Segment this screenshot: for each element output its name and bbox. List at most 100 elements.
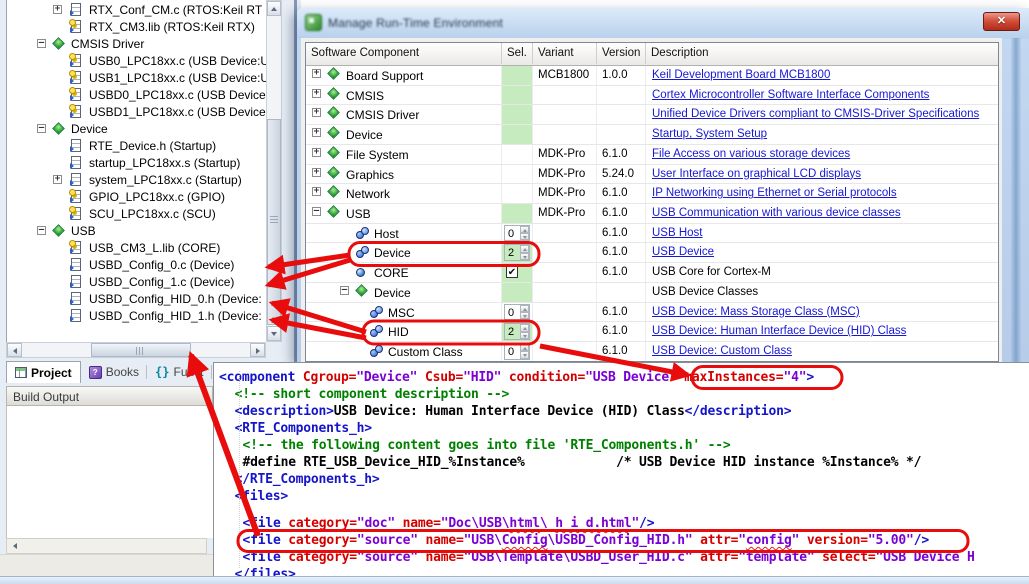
- spinner-up-icon[interactable]: [520, 324, 529, 331]
- component-row[interactable]: +Board SupportMCB18001.0.0Keil Developme…: [306, 66, 998, 86]
- description-link[interactable]: USB Device: Mass Storage Class (MSC): [652, 306, 860, 318]
- xml-code-panel[interactable]: <component Cgroup="Device" Csub="HID" co…: [213, 362, 1029, 576]
- tab-funct[interactable]: {}Funct: [147, 361, 211, 383]
- spinner-up-icon[interactable]: [520, 226, 529, 233]
- component-row[interactable]: +File SystemMDK-Pro6.1.0File Access on v…: [306, 145, 998, 165]
- tree-item[interactable]: –Device: [7, 121, 266, 138]
- instance-spinner[interactable]: 2: [504, 323, 530, 340]
- scroll-up-icon[interactable]: [267, 1, 281, 16]
- description-link[interactable]: Unified Device Drivers compliant to CMSI…: [652, 108, 979, 120]
- tree-item[interactable]: USBD0_LPC18xx.c (USB Device:: [7, 87, 266, 104]
- tab-project[interactable]: Project: [6, 361, 81, 383]
- tree-item[interactable]: USBD1_LPC18xx.c (USB Device:: [7, 104, 266, 121]
- column-header-version[interactable]: Version: [597, 43, 646, 64]
- instance-spinner[interactable]: 0: [504, 225, 530, 242]
- collapse-minus-icon[interactable]: –: [37, 124, 46, 133]
- component-row[interactable]: +CMSISCortex Microcontroller Software In…: [306, 86, 998, 106]
- selection-cell[interactable]: [502, 86, 533, 105]
- tree-item[interactable]: +RTX_Conf_CM.c (RTOS:Keil RT: [7, 2, 266, 19]
- selection-cell[interactable]: 0: [502, 224, 533, 243]
- selection-cell[interactable]: ✔: [502, 263, 533, 282]
- spinner-down-icon[interactable]: [520, 351, 529, 358]
- column-header-softwarecomponent[interactable]: Software Component: [306, 43, 502, 64]
- collapse-minus-icon[interactable]: –: [37, 39, 46, 48]
- scroll-left-icon[interactable]: [7, 343, 22, 357]
- description-link[interactable]: USB Device: Human Interface Device (HID)…: [652, 325, 906, 337]
- tree-item[interactable]: USB1_LPC18xx.c (USB Device:U: [7, 70, 266, 87]
- scroll-down-icon[interactable]: [267, 326, 281, 341]
- description-link[interactable]: IP Networking using Ethernet or Serial p…: [652, 187, 897, 199]
- tree-item[interactable]: USBD_Config_HID_0.h (Device:: [7, 291, 266, 308]
- collapse-minus-icon[interactable]: –: [312, 207, 321, 216]
- tree-item[interactable]: USBD_Config_1.c (Device): [7, 274, 266, 291]
- description-link[interactable]: File Access on various storage devices: [652, 148, 850, 160]
- description-link[interactable]: Keil Development Board MCB1800: [652, 69, 830, 81]
- description-link[interactable]: Cortex Microcontroller Software Interfac…: [652, 89, 929, 101]
- spinner-down-icon[interactable]: [520, 233, 529, 240]
- description-link[interactable]: USB Device: Custom Class: [652, 345, 792, 357]
- instance-spinner[interactable]: 0: [504, 343, 530, 360]
- selection-cell[interactable]: [502, 66, 533, 85]
- spinner-down-icon[interactable]: [520, 253, 529, 260]
- tree-horizontal-scrollbar[interactable]: [6, 342, 266, 358]
- expand-plus-icon[interactable]: +: [53, 5, 62, 14]
- tree-item[interactable]: SCU_LPC18xx.c (SCU): [7, 206, 266, 223]
- spinner-down-icon[interactable]: [520, 332, 529, 339]
- component-row[interactable]: MSC06.1.0USB Device: Mass Storage Class …: [306, 303, 998, 323]
- component-row[interactable]: +DeviceStartup, System Setup: [306, 125, 998, 145]
- tree-item[interactable]: –CMSIS Driver: [7, 36, 266, 53]
- tree-item[interactable]: GPIO_LPC18xx.c (GPIO): [7, 189, 266, 206]
- column-header-variant[interactable]: Variant: [533, 43, 597, 64]
- dialog-titlebar[interactable]: Manage Run-Time Environment ✕: [297, 8, 1029, 38]
- component-row[interactable]: Host06.1.0USB Host: [306, 224, 998, 244]
- selection-cell[interactable]: [502, 105, 533, 124]
- expand-plus-icon[interactable]: +: [312, 187, 321, 196]
- tree-item[interactable]: RTE_Device.h (Startup): [7, 138, 266, 155]
- tree-item[interactable]: –USB: [7, 223, 266, 240]
- description-link[interactable]: Startup, System Setup: [652, 128, 767, 140]
- scroll-right-icon[interactable]: [250, 343, 265, 357]
- tree-vertical-scrollbar[interactable]: [266, 0, 282, 342]
- description-link[interactable]: USB Device: [652, 246, 714, 258]
- collapse-minus-icon[interactable]: –: [340, 286, 349, 295]
- spinner-up-icon[interactable]: [520, 245, 529, 252]
- expand-plus-icon[interactable]: +: [312, 148, 321, 157]
- component-row[interactable]: +NetworkMDK-Pro6.1.0IP Networking using …: [306, 184, 998, 204]
- component-row[interactable]: –DeviceUSB Device Classes: [306, 283, 998, 303]
- expand-plus-icon[interactable]: +: [312, 89, 321, 98]
- expand-plus-icon[interactable]: +: [312, 69, 321, 78]
- component-row[interactable]: +GraphicsMDK-Pro5.24.0User Interface on …: [306, 165, 998, 185]
- tree-item[interactable]: startup_LPC18xx.s (Startup): [7, 155, 266, 172]
- collapse-minus-icon[interactable]: –: [37, 226, 46, 235]
- build-output-scrollbar[interactable]: [6, 538, 207, 554]
- instance-spinner[interactable]: 2: [504, 244, 530, 261]
- component-row[interactable]: CORE✔6.1.0USB Core for Cortex-M: [306, 263, 998, 283]
- spinner-up-icon[interactable]: [520, 344, 529, 351]
- selection-cell[interactable]: [502, 204, 533, 223]
- tree-item[interactable]: +system_LPC18xx.c (Startup): [7, 172, 266, 189]
- column-header-sel[interactable]: Sel.: [502, 43, 533, 64]
- component-checkbox[interactable]: ✔: [506, 266, 518, 278]
- selection-cell[interactable]: [502, 165, 533, 184]
- selection-cell[interactable]: [502, 283, 533, 302]
- component-row[interactable]: Custom Class06.1.0USB Device: Custom Cla…: [306, 342, 998, 362]
- expand-plus-icon[interactable]: +: [312, 168, 321, 177]
- tree-item[interactable]: USB0_LPC18xx.c (USB Device:U: [7, 53, 266, 70]
- tab-books[interactable]: ?Books: [81, 361, 147, 383]
- component-row[interactable]: HID26.1.0USB Device: Human Interface Dev…: [306, 322, 998, 342]
- description-link[interactable]: USB Communication with various device cl…: [652, 207, 901, 219]
- selection-cell[interactable]: 0: [502, 342, 533, 361]
- selection-cell[interactable]: 0: [502, 303, 533, 322]
- selection-cell[interactable]: [502, 125, 533, 144]
- component-row[interactable]: Device26.1.0USB Device: [306, 243, 998, 263]
- build-output-area[interactable]: [6, 406, 213, 538]
- component-row[interactable]: –USBMDK-Pro6.1.0USB Communication with v…: [306, 204, 998, 224]
- expand-plus-icon[interactable]: +: [312, 128, 321, 137]
- component-row[interactable]: +CMSIS DriverUnified Device Drivers comp…: [306, 105, 998, 125]
- close-button[interactable]: ✕: [983, 12, 1020, 31]
- description-link[interactable]: USB Host: [652, 227, 703, 239]
- description-link[interactable]: User Interface on graphical LCD displays: [652, 168, 861, 180]
- tree-item[interactable]: USBD_Config_HID_1.h (Device:: [7, 308, 266, 325]
- selection-cell[interactable]: [502, 184, 533, 203]
- spinner-down-icon[interactable]: [520, 312, 529, 319]
